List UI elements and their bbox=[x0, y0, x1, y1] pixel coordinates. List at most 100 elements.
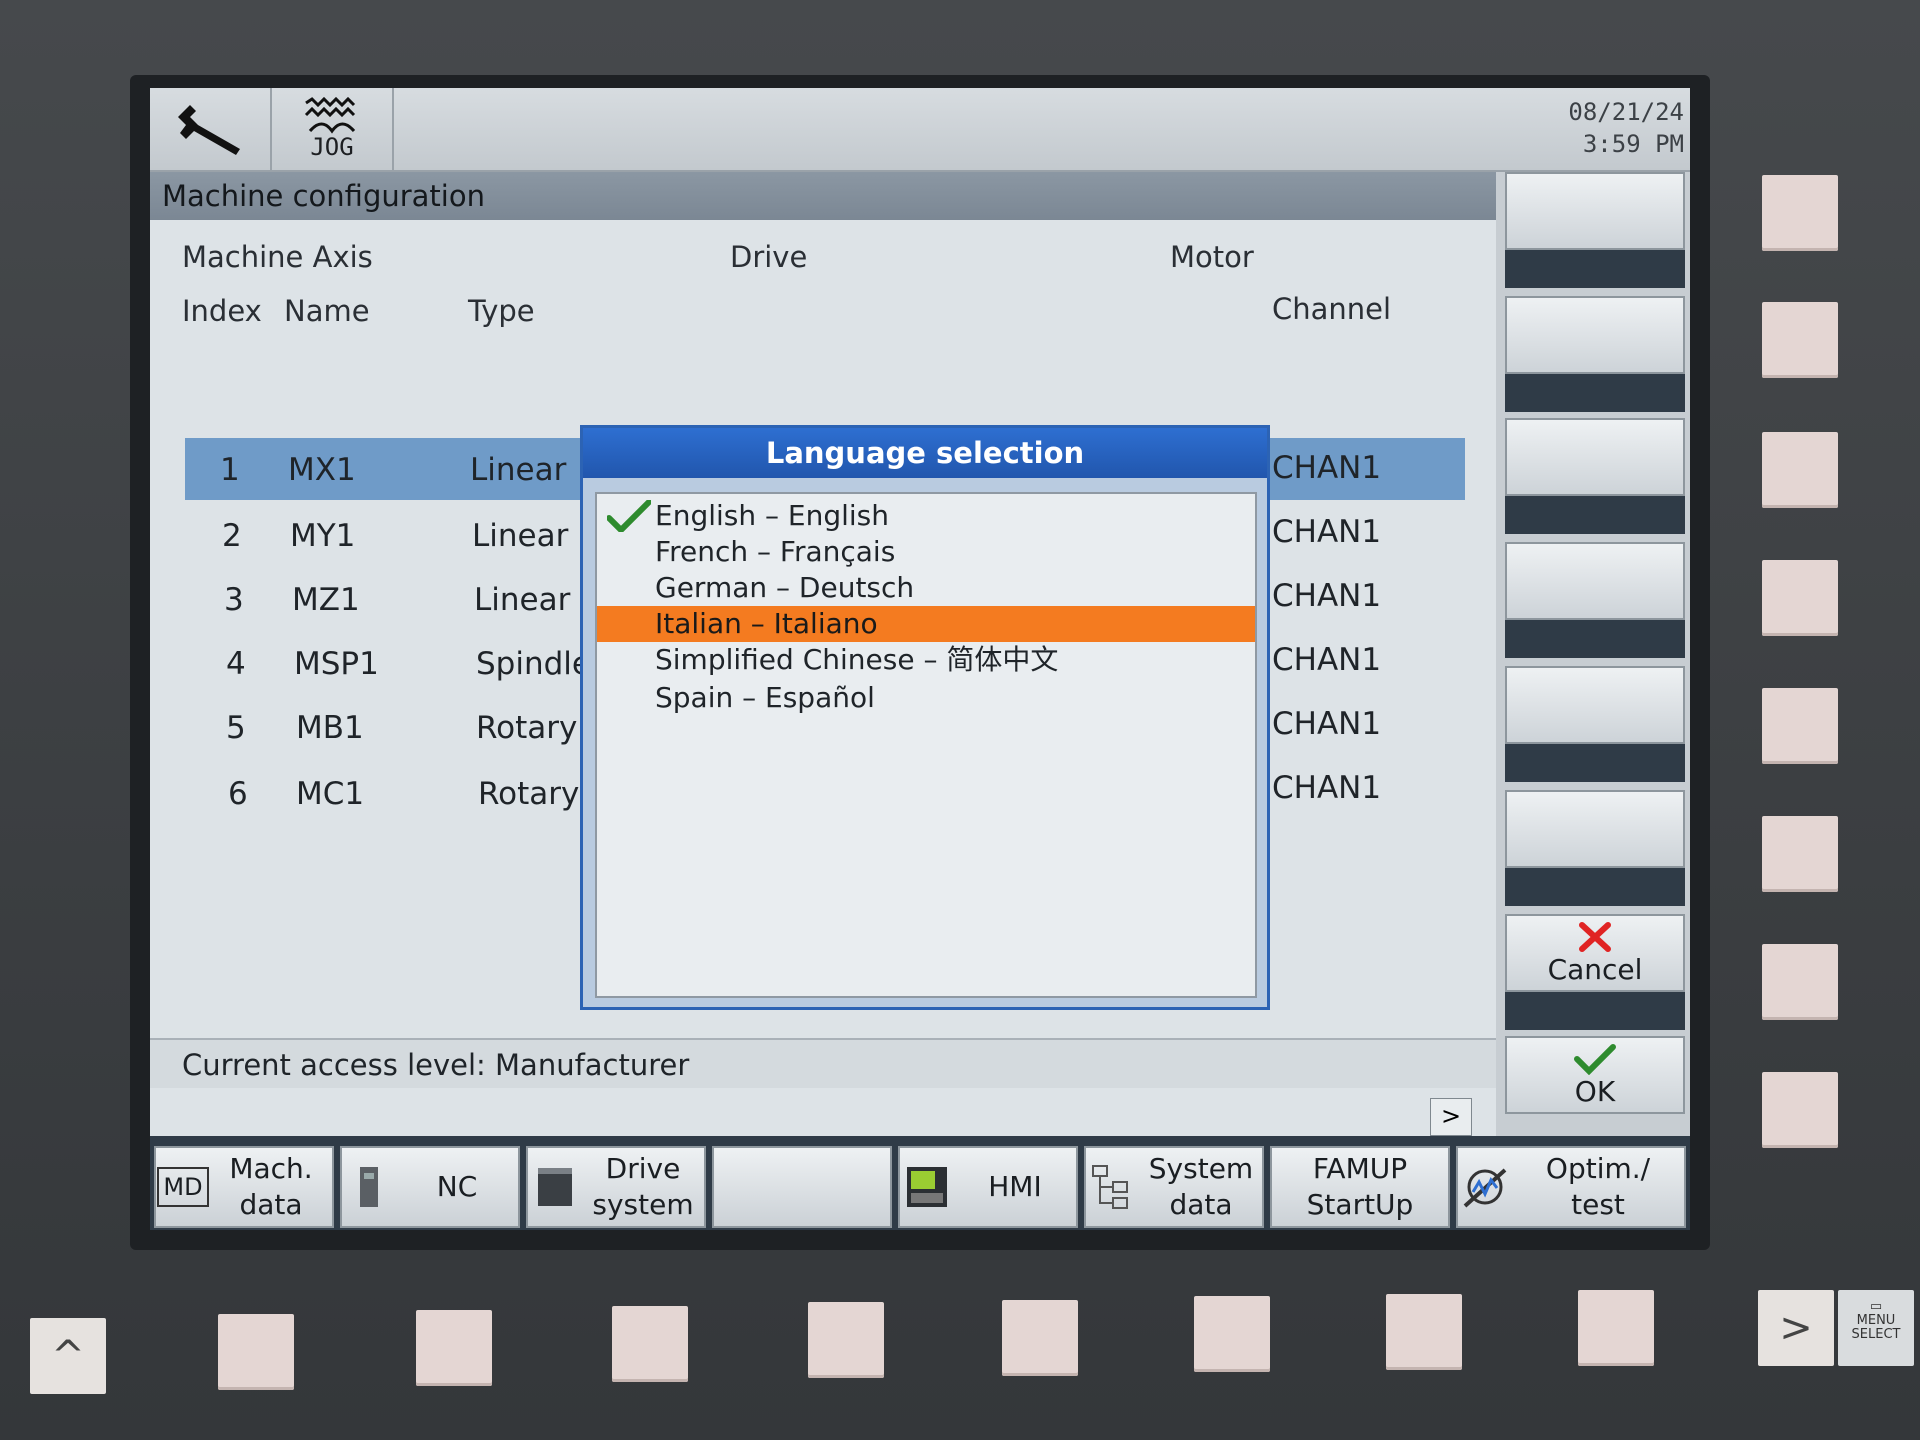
famup-startup-label: FAMUP StartUp bbox=[1272, 1151, 1448, 1223]
hardware-key-up[interactable]: ^ bbox=[30, 1318, 106, 1394]
hardware-key-right-2[interactable] bbox=[1762, 302, 1838, 378]
mach-data-button[interactable]: MD Mach. data bbox=[154, 1146, 334, 1228]
md-icon-text: MD bbox=[157, 1167, 209, 1207]
language-label: Simplified Chinese – 简体中文 bbox=[655, 643, 1059, 676]
empty-softkey[interactable] bbox=[712, 1146, 892, 1228]
hmi-screen: JOG 08/21/24 3:59 PM Machine configurati… bbox=[150, 88, 1690, 1230]
hardware-key-right-8[interactable] bbox=[1762, 1072, 1838, 1148]
more-button[interactable]: > bbox=[1430, 1098, 1472, 1136]
language-item-french[interactable]: French – Français bbox=[597, 534, 1255, 570]
time-text: 3:59 PM bbox=[1582, 130, 1684, 158]
row-index: 2 bbox=[222, 518, 242, 554]
md-icon: MD bbox=[156, 1167, 210, 1207]
row-type: Linear bbox=[470, 452, 567, 488]
hardware-key-bottom-8[interactable] bbox=[1578, 1290, 1654, 1366]
row-index: 6 bbox=[228, 776, 248, 812]
optim-test-button[interactable]: Optim./ test bbox=[1456, 1146, 1686, 1228]
nc-button[interactable]: NC bbox=[340, 1146, 520, 1228]
hardware-key-bottom-2[interactable] bbox=[416, 1310, 492, 1386]
hardware-key-right-5[interactable] bbox=[1762, 688, 1838, 764]
col-header-index: Index bbox=[182, 294, 262, 328]
row-index: 3 bbox=[224, 582, 244, 618]
drive-system-button[interactable]: Drive system bbox=[526, 1146, 706, 1228]
check-icon bbox=[607, 500, 651, 532]
row-name: MY1 bbox=[290, 518, 356, 554]
system-data-label: System data bbox=[1140, 1151, 1262, 1223]
hardware-key-right-3[interactable] bbox=[1762, 432, 1838, 508]
menu-select-key[interactable]: ▭ MENU SELECT bbox=[1838, 1290, 1914, 1366]
hardware-key-bottom-5[interactable] bbox=[1002, 1300, 1078, 1376]
hardware-key-bottom-3[interactable] bbox=[612, 1306, 688, 1382]
language-item-chinese[interactable]: Simplified Chinese – 简体中文 bbox=[597, 642, 1255, 678]
label-line: Optim./ bbox=[1545, 1152, 1651, 1185]
group-header-motor: Motor bbox=[1170, 240, 1254, 274]
hmi-button[interactable]: HMI bbox=[898, 1146, 1078, 1228]
group-header-machine-axis: Machine Axis bbox=[182, 240, 373, 274]
group-header-drive: Drive bbox=[730, 240, 808, 274]
drive-module-icon bbox=[528, 1166, 582, 1208]
row-index: 5 bbox=[226, 710, 246, 746]
up-arrow-icon: ^ bbox=[51, 1333, 85, 1379]
row-channel: CHAN1 bbox=[1272, 706, 1382, 742]
language-label: German – Deutsch bbox=[655, 571, 915, 604]
hardware-key-right-6[interactable] bbox=[1762, 816, 1838, 892]
hardware-key-bottom-4[interactable] bbox=[808, 1302, 884, 1378]
jog-label: JOG bbox=[310, 133, 354, 161]
language-item-english[interactable]: English – English bbox=[597, 498, 1255, 534]
language-selection-dialog: Language selection English – English Fre… bbox=[580, 425, 1270, 1010]
row-type: Linear bbox=[472, 518, 569, 554]
row-type: Rotary bbox=[476, 710, 578, 746]
drive-system-label: Drive system bbox=[582, 1151, 704, 1223]
nc-label: NC bbox=[436, 1170, 478, 1203]
vertical-softkey-4[interactable] bbox=[1505, 542, 1685, 620]
hardware-key-right-7[interactable] bbox=[1762, 944, 1838, 1020]
access-level-status: Current access level: Manufacturer bbox=[150, 1038, 1496, 1088]
row-name: MC1 bbox=[296, 776, 365, 812]
wrench-button[interactable] bbox=[150, 88, 272, 170]
language-label: French – Français bbox=[655, 535, 896, 568]
cancel-button[interactable]: Cancel bbox=[1505, 914, 1685, 992]
language-item-german[interactable]: German – Deutsch bbox=[597, 570, 1255, 606]
hardware-key-right-1[interactable] bbox=[1762, 175, 1838, 251]
hardware-key-right-4[interactable] bbox=[1762, 560, 1838, 636]
cancel-label: Cancel bbox=[1547, 952, 1643, 986]
col-header-channel: Channel bbox=[1272, 292, 1392, 326]
vertical-softkey-6[interactable] bbox=[1505, 790, 1685, 868]
hardware-key-bottom-7[interactable] bbox=[1386, 1294, 1462, 1370]
label-line: System bbox=[1148, 1152, 1254, 1185]
dialog-title: Language selection bbox=[583, 428, 1267, 478]
row-type: Rotary bbox=[478, 776, 580, 812]
row-index: 4 bbox=[226, 646, 246, 682]
softkey-gap bbox=[1505, 496, 1685, 534]
softkey-gap bbox=[1505, 744, 1685, 782]
language-item-italian[interactable]: Italian – Italiano bbox=[597, 606, 1255, 642]
hardware-key-bottom-6[interactable] bbox=[1194, 1296, 1270, 1372]
language-item-spanish[interactable]: Spain – Español bbox=[597, 680, 1255, 716]
tuning-icon bbox=[1458, 1164, 1512, 1210]
row-type: Linear bbox=[474, 582, 571, 618]
row-name: MZ1 bbox=[292, 582, 360, 618]
machine-config-panel: Machine Axis Drive Motor Index Name Type… bbox=[150, 220, 1496, 1150]
row-index: 1 bbox=[220, 452, 240, 488]
softkey-gap bbox=[1505, 868, 1685, 906]
famup-startup-button[interactable]: FAMUP StartUp bbox=[1270, 1146, 1450, 1228]
vertical-softkey-5[interactable] bbox=[1505, 666, 1685, 744]
ok-label: OK bbox=[1574, 1074, 1616, 1108]
language-label: English – English bbox=[655, 499, 890, 532]
vertical-softkey-3[interactable] bbox=[1505, 418, 1685, 496]
hmi-panel-icon bbox=[900, 1165, 954, 1209]
softkey-gap bbox=[1505, 620, 1685, 658]
hardware-key-bottom-1[interactable] bbox=[218, 1314, 294, 1390]
system-data-button[interactable]: System data bbox=[1084, 1146, 1264, 1228]
vertical-softkey-1[interactable] bbox=[1505, 172, 1685, 250]
vertical-softkey-2[interactable] bbox=[1505, 296, 1685, 374]
col-header-type: Type bbox=[468, 294, 535, 328]
nc-module-icon bbox=[342, 1165, 396, 1209]
language-label: Spain – Español bbox=[655, 681, 875, 714]
hardware-key-next[interactable]: > bbox=[1758, 1290, 1834, 1366]
jog-mode-button[interactable]: JOG bbox=[272, 88, 394, 170]
optim-test-label: Optim./ test bbox=[1512, 1151, 1684, 1223]
language-list[interactable]: English – English French – Français Germ… bbox=[595, 492, 1257, 998]
next-arrow-icon: > bbox=[1779, 1305, 1813, 1351]
ok-button[interactable]: OK bbox=[1505, 1036, 1685, 1114]
